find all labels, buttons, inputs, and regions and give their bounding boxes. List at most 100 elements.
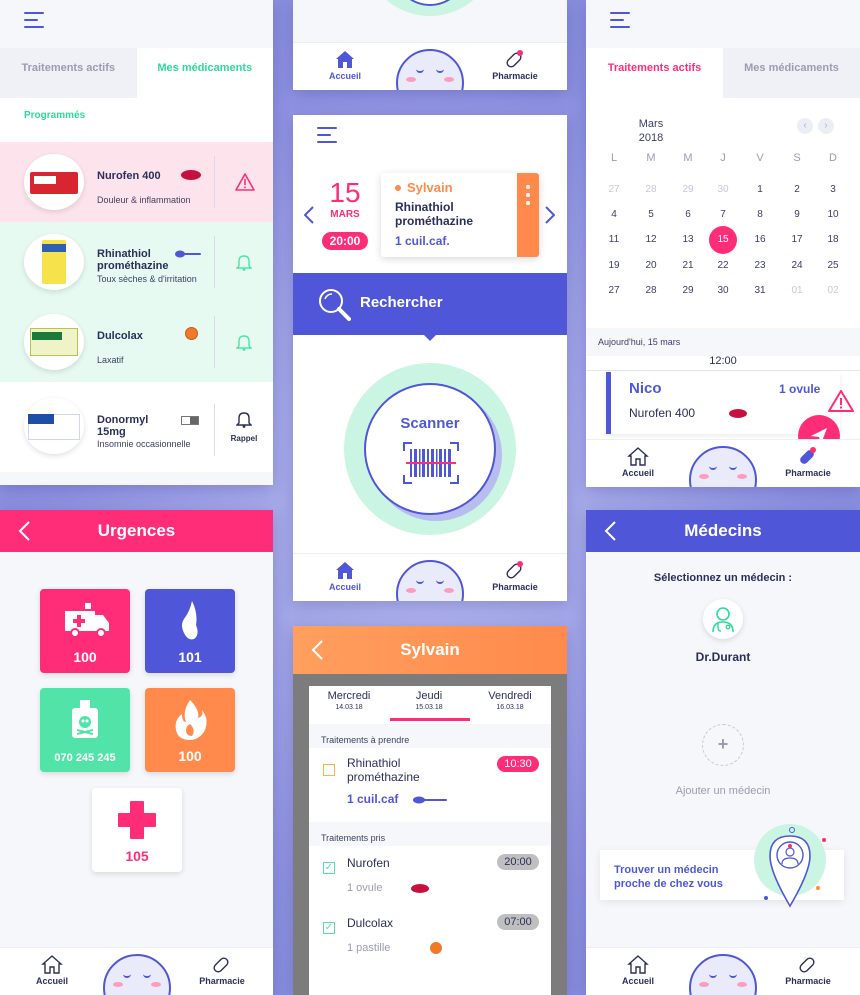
- scanner-button[interactable]: Scanner: [364, 383, 496, 515]
- back-icon[interactable]: [604, 521, 616, 541]
- nav-pharmacy[interactable]: Pharmacie: [768, 954, 848, 986]
- med-row-donormyl[interactable]: Donormyl 15mg Insomnie occasionnelle Rap…: [0, 382, 273, 472]
- nav-home[interactable]: Accueil: [305, 49, 385, 81]
- mascot-face[interactable]: [102, 954, 171, 995]
- tab-my-medications[interactable]: Mes médicaments: [136, 48, 273, 98]
- calendar-day[interactable]: 30: [708, 184, 738, 195]
- nav-home[interactable]: Accueil: [598, 954, 678, 986]
- tile-fire[interactable]: 100: [145, 688, 235, 772]
- calendar-day[interactable]: 6: [673, 209, 703, 220]
- calendar-day[interactable]: 24: [782, 260, 812, 271]
- add-doctor-button[interactable]: +: [702, 724, 744, 766]
- mascot-face[interactable]: [689, 954, 757, 995]
- calendar-day[interactable]: 4: [599, 209, 629, 220]
- calendar-day[interactable]: 8: [745, 209, 775, 220]
- nav-home[interactable]: Accueil: [598, 446, 678, 478]
- done-item-nurofen[interactable]: ✓ Nurofen 20:00 1 ovule: [309, 850, 551, 906]
- donormyl-image: [24, 398, 84, 454]
- reminder-label[interactable]: Rappel: [222, 434, 266, 443]
- calendar-day[interactable]: 31: [745, 285, 775, 296]
- calendar-day[interactable]: 17: [782, 234, 812, 245]
- bell-icon[interactable]: [236, 410, 252, 428]
- back-icon[interactable]: [311, 640, 323, 660]
- calendar-day[interactable]: 01: [782, 285, 812, 296]
- tile-ambulance[interactable]: 100: [40, 589, 130, 673]
- back-icon[interactable]: [18, 521, 30, 541]
- done-checkbox[interactable]: ✓: [323, 862, 335, 874]
- header: Médecins: [586, 510, 860, 552]
- warning-icon[interactable]: [828, 390, 854, 412]
- tab-active-treatments[interactable]: Traitements actifs: [586, 48, 723, 98]
- calendar-day[interactable]: 02: [818, 285, 848, 296]
- mascot-face[interactable]: [396, 49, 464, 90]
- nav-home[interactable]: Accueil: [12, 954, 92, 986]
- calendar-day[interactable]: 2: [782, 184, 812, 195]
- tile-police[interactable]: 101: [145, 589, 235, 673]
- nav-pharmacy[interactable]: Pharmacie: [182, 954, 262, 986]
- add-doctor-label[interactable]: Ajouter un médecin: [586, 785, 860, 797]
- next-month-button[interactable]: ›: [818, 118, 834, 134]
- chevron-right-icon[interactable]: [545, 206, 555, 224]
- calendar-day[interactable]: 23: [745, 260, 775, 271]
- tab-active-treatments[interactable]: Traitements actifs: [0, 48, 137, 98]
- bell-icon[interactable]: [236, 333, 252, 351]
- med-row-dulcolax[interactable]: Dulcolax Laxatif: [0, 302, 273, 382]
- done-checkbox[interactable]: ✓: [323, 922, 335, 934]
- reminder-card[interactable]: Sylvain Rhinathiol prométhazine 1 cuil.c…: [381, 173, 539, 257]
- calendar-day[interactable]: 19: [599, 260, 629, 271]
- nav-pharmacy[interactable]: Pharmacie: [475, 49, 555, 81]
- calendar-day[interactable]: 25: [818, 260, 848, 271]
- tile-european[interactable]: 105: [92, 788, 182, 872]
- selected-day-marker[interactable]: 15: [709, 226, 737, 254]
- menu-icon[interactable]: [317, 127, 337, 145]
- calendar-day[interactable]: 30: [708, 285, 738, 296]
- calendar-day[interactable]: 21: [673, 260, 703, 271]
- calendar-day[interactable]: 7: [708, 209, 738, 220]
- calendar-day[interactable]: 5: [636, 209, 666, 220]
- calendar-month: Mars: [638, 118, 664, 130]
- calendar-day[interactable]: 9: [782, 209, 812, 220]
- calendar-day[interactable]: 28: [636, 285, 666, 296]
- calendar-day[interactable]: 12: [636, 234, 666, 245]
- doctor-avatar[interactable]: [703, 599, 743, 639]
- mascot-face[interactable]: [396, 560, 464, 601]
- calendar-day[interactable]: 16: [745, 234, 775, 245]
- card-options[interactable]: [517, 173, 539, 257]
- event-dose: 1 ovule: [779, 382, 821, 396]
- calendar-day[interactable]: 29: [673, 285, 703, 296]
- menu-icon[interactable]: [610, 12, 630, 30]
- day-tab-wednesday[interactable]: Mercredi 14.03.18: [309, 690, 389, 711]
- calendar-day[interactable]: 27: [599, 184, 629, 195]
- todo-item[interactable]: Rhinathiol prométhazine 10:30 1 cuil.caf: [309, 748, 551, 822]
- tab-my-medications[interactable]: Mes médicaments: [723, 48, 860, 98]
- calendar-day[interactable]: 1: [745, 184, 775, 195]
- calendar-day[interactable]: 27: [599, 285, 629, 296]
- calendar-day[interactable]: 3: [818, 184, 848, 195]
- nav-home[interactable]: Accueil: [305, 560, 385, 592]
- menu-icon[interactable]: [24, 12, 44, 30]
- nav-pharmacy[interactable]: Pharmacie: [475, 560, 555, 592]
- calendar-day[interactable]: 18: [818, 234, 848, 245]
- calendar-day[interactable]: 10: [818, 209, 848, 220]
- chevron-left-icon[interactable]: [304, 206, 314, 224]
- calendar-day[interactable]: 29: [673, 184, 703, 195]
- calendar-day[interactable]: 20: [636, 260, 666, 271]
- calendar-day[interactable]: 22: [708, 260, 738, 271]
- calendar-day[interactable]: 13: [673, 234, 703, 245]
- calendar-day[interactable]: 11: [599, 234, 629, 245]
- calendar-day[interactable]: 28: [636, 184, 666, 195]
- search-bar[interactable]: Rechercher: [293, 273, 567, 335]
- nav-pharmacy[interactable]: Pharmacie: [768, 446, 848, 478]
- warning-icon[interactable]: [235, 173, 255, 191]
- med-desc: Toux sèches & d'irritation: [97, 274, 197, 284]
- prev-month-button[interactable]: ‹: [797, 118, 813, 134]
- done-item-dulcolax[interactable]: ✓ Dulcolax 07:00 1 pastille: [309, 912, 551, 968]
- day-tab-friday[interactable]: Vendredi 16.03.18: [469, 690, 551, 711]
- todo-checkbox[interactable]: [323, 764, 335, 776]
- mascot-face[interactable]: [689, 446, 757, 487]
- bell-icon[interactable]: [236, 253, 252, 271]
- tile-poison[interactable]: 070 245 245: [40, 688, 130, 772]
- day-tab-thursday[interactable]: Jeudi 15.03.18: [389, 690, 469, 711]
- med-row-rhinathiol[interactable]: Rhinathiol prométhazine Toux sèches & d'…: [0, 222, 273, 302]
- med-row-nurofen[interactable]: Nurofen 400 Douleur & inflammation: [0, 142, 273, 222]
